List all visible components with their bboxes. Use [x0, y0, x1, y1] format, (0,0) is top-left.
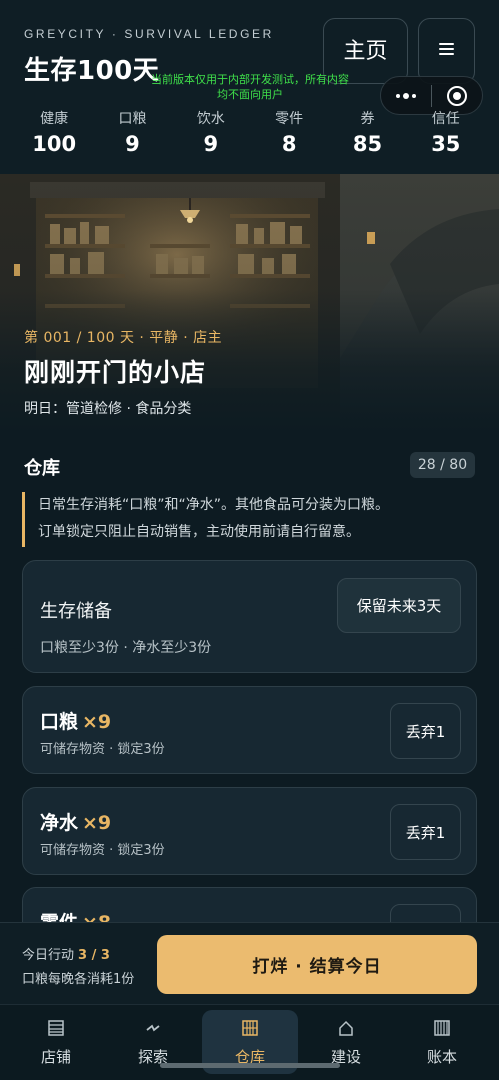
stats-row: 健康 100 口粮 9 饮水 9 零件 8 券 85 信任 35: [15, 108, 485, 156]
brand-label: GREYCITY · SURVIVAL LEDGER: [24, 27, 274, 41]
tab-ledger[interactable]: 账本: [394, 1010, 490, 1074]
stat-label: 饮水: [196, 111, 225, 127]
discard-button[interactable]: 丢弃1: [390, 703, 461, 759]
close-target-icon[interactable]: [432, 85, 482, 106]
stat-label: 健康: [40, 111, 69, 127]
item-subtitle: 可储存物资 · 锁定3份: [40, 843, 165, 858]
dev-notice: 当前版本仅用于内部开发测试，所有内容均不面向用户: [151, 73, 349, 101]
shop-title: 刚刚开门的小店: [24, 358, 207, 387]
hint-line: 订单锁定只阻止自动销售，主动使用前请自行留意。: [38, 524, 360, 540]
stat-health: 健康 100: [15, 108, 93, 156]
item-name: 净水 ×9: [40, 808, 111, 835]
tomorrow-forecast: 明日：管道检修 · 食品分类: [24, 401, 192, 417]
tab-shop[interactable]: 店铺: [8, 1010, 104, 1074]
stat-label: 零件: [275, 111, 304, 127]
tab-label: 账本: [426, 1048, 457, 1066]
item-subtitle: 可储存物资 · 锁定3份: [40, 742, 165, 757]
item-count: ×9: [82, 812, 112, 834]
game-title: 生存100天: [24, 56, 160, 86]
reserve-subtitle: 口粮至少3份 · 净水至少3份: [40, 640, 212, 656]
inventory-item-water: 净水 ×9 可储存物资 · 锁定3份 丢弃1: [22, 787, 477, 875]
tab-label: 店铺: [40, 1048, 71, 1066]
build-icon: [298, 1010, 394, 1036]
item-name-text: 净水: [40, 812, 79, 834]
day-status: 第 001 / 100 天 · 平静 · 店主: [24, 330, 223, 346]
warehouse-icon: [202, 1010, 298, 1036]
inventory-item-rations: 口粮 ×9 可储存物资 · 锁定3份 丢弃1: [22, 686, 477, 774]
explore-icon: [105, 1010, 201, 1036]
hero-fade: [0, 174, 499, 432]
reserve-card: 生存储备 口粮至少3份 · 净水至少3份 保留未来3天: [22, 560, 477, 673]
reserve-button[interactable]: 保留未来3天: [337, 578, 461, 633]
hero-banner: 第 001 / 100 天 · 平静 · 店主 刚刚开门的小店 明日：管道检修 …: [0, 174, 499, 432]
action-count: 今日行动 3 / 3: [22, 944, 110, 963]
action-bar: 今日行动 3 / 3 口粮每晚各消耗1份 打烊 · 结算今日: [0, 922, 499, 1004]
stat-value: 9: [125, 132, 140, 156]
stat-parts: 零件 8: [250, 108, 328, 156]
stat-label: 口粮: [118, 111, 147, 127]
item-count: ×9: [82, 711, 112, 733]
shop-icon: [8, 1010, 104, 1036]
stat-value: 35: [431, 132, 461, 156]
stat-coupons: 券 85: [328, 108, 406, 156]
reserve-title: 生存储备: [40, 601, 112, 622]
discard-button[interactable]: 丢弃1: [390, 804, 461, 860]
stat-label: 信任: [431, 111, 460, 127]
stat-rations: 口粮 9: [93, 108, 171, 156]
capacity-badge: 28 / 80: [410, 452, 475, 478]
item-name: 口粮 ×9: [40, 707, 111, 734]
menu-button[interactable]: [418, 18, 475, 84]
header: GREYCITY · SURVIVAL LEDGER 生存100天 主页 当前版…: [0, 0, 499, 174]
stat-value: 9: [203, 132, 219, 156]
stat-value: 8: [281, 132, 297, 156]
action-value: 3 / 3: [78, 948, 110, 963]
stat-trust: 信任 35: [407, 108, 485, 156]
action-note: 口粮每晚各消耗1份: [22, 972, 135, 987]
warehouse-hint: 日常生存消耗“口粮”和“净水”。其他食品可分装为口粮。 订单锁定只阻止自动销售，…: [22, 492, 482, 547]
stat-value: 100: [32, 132, 77, 156]
home-indicator: [160, 1063, 340, 1068]
hint-line: 日常生存消耗“口粮”和“净水”。其他食品可分装为口粮。: [38, 497, 390, 513]
action-label: 今日行动: [22, 948, 75, 963]
ledger-icon: [394, 1010, 490, 1036]
stat-value: 85: [352, 132, 383, 156]
warehouse-title: 仓库: [24, 458, 60, 479]
tab-bar: 店铺 探索 仓库 建设 账本: [0, 1004, 499, 1080]
hamburger-icon: [439, 43, 454, 55]
item-name-text: 口粮: [40, 711, 79, 733]
close-shop-settle-button[interactable]: 打烊 · 结算今日: [157, 935, 477, 994]
stat-label: 券: [360, 111, 375, 127]
more-options-icon[interactable]: [381, 92, 431, 99]
stat-water: 饮水 9: [172, 108, 250, 156]
